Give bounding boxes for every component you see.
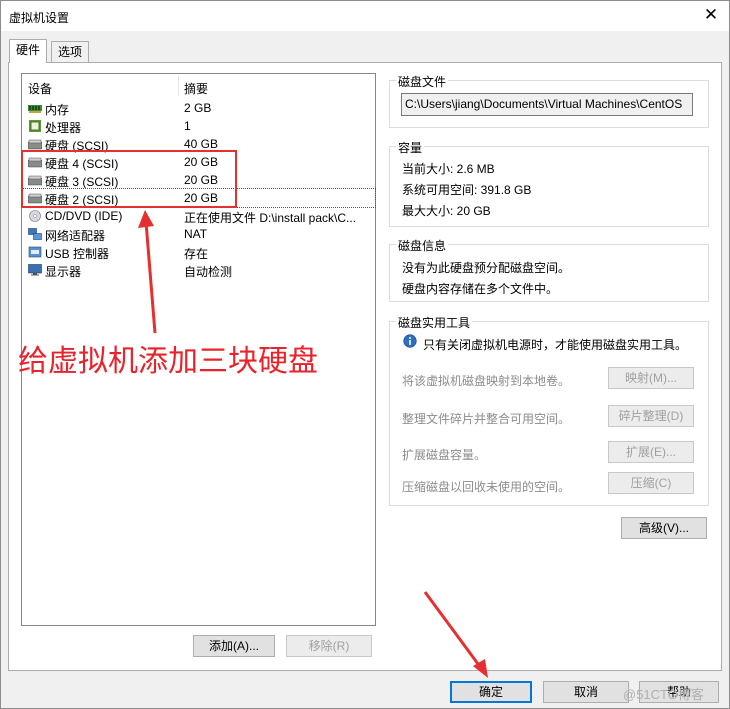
device-row-processor[interactable]: 处理器 1 [22,117,375,135]
device-summary: 40 GB [184,137,219,151]
defrag-description: 整理文件碎片并整合可用空间。 [402,412,571,426]
ok-button[interactable]: 确定 [450,681,532,703]
expand-button[interactable]: 扩展(E)... [608,441,694,463]
window-title: 虚拟机设置 [9,11,70,25]
map-button[interactable]: 映射(M)... [608,367,694,389]
tab-hardware[interactable]: 硬件 [9,39,48,63]
close-icon[interactable]: ✕ [701,5,721,25]
annotation-highlight-box [21,150,237,208]
device-summary: 自动检测 [184,265,233,279]
max-size-text: 最大大小: 20 GB [402,204,491,218]
tab-options-label: 选项 [58,45,83,59]
defrag-button[interactable]: 碎片整理(D) [608,405,694,427]
device-summary: 2 GB [184,101,212,115]
cd-dvd-icon [29,210,41,222]
column-separator[interactable] [178,76,179,96]
disk-info-title: 磁盘信息 [396,237,449,254]
device-row-memory[interactable]: 内存 2 GB [22,99,375,117]
device-row-cd-dvd[interactable]: CD/DVD (IDE) 正在使用文件 D:\install pack\C... [22,207,375,225]
remove-device-button[interactable]: 移除(R) [286,635,372,657]
tab-hardware-label: 硬件 [16,43,41,57]
device-name: 内存 [45,103,70,117]
map-description: 将该虚拟机磁盘映射到本地卷。 [402,374,571,388]
tab-options[interactable]: 选项 [51,41,90,63]
watermark: @51CTO博客 [623,687,704,702]
disk-file-title: 磁盘文件 [396,73,449,90]
disk-info-line-1: 没有为此硬盘预分配磁盘空间。 [402,261,571,275]
disk-file-path-field[interactable]: C:\Users\jiang\Documents\Virtual Machine… [401,93,693,116]
expand-description: 扩展磁盘容量。 [402,448,487,462]
advanced-button[interactable]: 高级(V)... [621,517,707,539]
cancel-button[interactable]: 取消 [543,681,629,703]
network-adapter-icon [28,228,42,240]
display-icon [28,264,42,276]
compact-description: 压缩磁盘以回收未使用的空间。 [402,480,571,494]
title-bar: 虚拟机设置 ✕ [1,1,729,31]
device-row-display[interactable]: 显示器 自动检测 [22,261,375,279]
device-summary: 正在使用文件 D:\install pack\C... [184,211,357,225]
device-list-header: 设备 摘要 [22,74,375,96]
disk-utilities-title: 磁盘实用工具 [396,314,473,331]
processor-icon [29,120,41,132]
info-icon [403,334,417,348]
device-summary: 存在 [184,247,209,261]
device-summary: NAT [184,227,208,241]
device-name: 显示器 [45,265,82,279]
harddisk-icon [28,139,42,150]
compact-button[interactable]: 压缩(C) [608,472,694,494]
add-device-button[interactable]: 添加(A)... [193,635,275,657]
device-name: 网络适配器 [45,229,106,243]
disk-info-line-2: 硬盘内容存储在多个文件中。 [402,282,559,296]
device-name: CD/DVD (IDE) [45,209,123,223]
device-row-network-adapter[interactable]: 网络适配器 NAT [22,225,375,243]
utilities-info-text: 只有关闭虚拟机电源时，才能使用磁盘实用工具。 [423,338,688,352]
current-size-text: 当前大小: 2.6 MB [402,162,495,176]
column-header-summary[interactable]: 摘要 [184,80,208,97]
annotation-text: 给虚拟机添加三块硬盘 [18,344,318,379]
device-name: USB 控制器 [45,247,110,261]
memory-icon [28,105,42,113]
capacity-title: 容量 [396,139,425,156]
available-space-text: 系统可用空间: 391.8 GB [402,183,532,197]
usb-controller-icon [28,246,42,258]
device-summary: 1 [184,119,191,133]
device-row-usb-controller[interactable]: USB 控制器 存在 [22,243,375,261]
device-name: 处理器 [45,121,82,135]
column-header-device[interactable]: 设备 [28,80,52,97]
